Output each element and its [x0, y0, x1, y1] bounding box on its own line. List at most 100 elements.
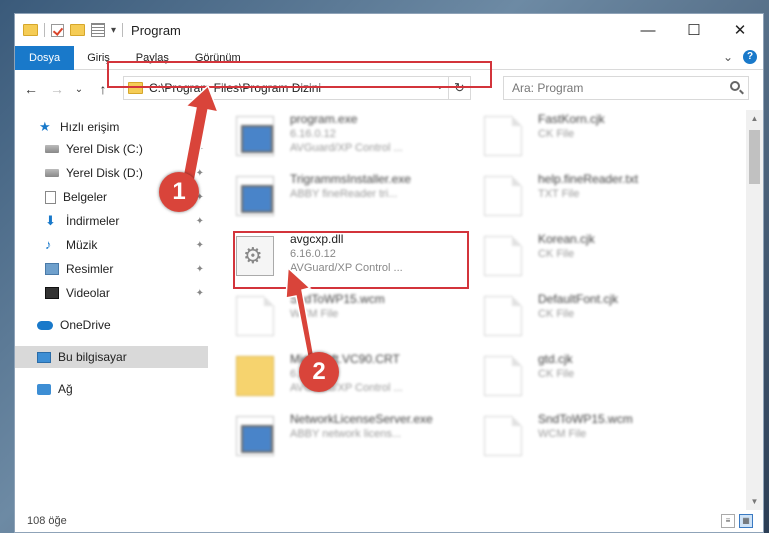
step-2-badge: 2: [299, 352, 339, 392]
customize-icon[interactable]: [91, 23, 105, 37]
file-list: program.exe 6.16.0.12 AVGuard/XP Control .…: [208, 110, 748, 510]
file-item[interactable]: Korean.cjk CK File: [484, 232, 714, 288]
file-name: SndToWP15.wcm: [290, 292, 385, 306]
nav-item-pictures[interactable]: Resimler ✦: [15, 258, 208, 280]
file-highlight-box: [233, 231, 469, 289]
recent-locations-button[interactable]: ⌄: [69, 84, 89, 95]
file-name: NetworkLicenseServer.exe: [290, 412, 433, 426]
status-bar: 108 öğe ≡ ▦: [15, 510, 763, 532]
file-name: DefaultFont.cjk: [538, 292, 619, 306]
window-controls: — ☐ ✕: [625, 14, 763, 46]
nav-item-music[interactable]: ♪ Müzik ✦: [15, 234, 208, 256]
nav-item-network[interactable]: Ağ: [15, 378, 208, 400]
minimize-button[interactable]: —: [625, 14, 671, 46]
pin-icon: ✦: [195, 239, 204, 251]
search-icon: [730, 81, 740, 91]
file-item[interactable]: program.exe 6.16.0.12 AVGuard/XP Control .…: [236, 112, 466, 168]
nav-item-label: OneDrive: [60, 318, 111, 332]
onedrive-icon: [37, 320, 53, 330]
network-icon: [37, 383, 51, 395]
new-folder-icon[interactable]: [70, 24, 85, 36]
downloads-icon: ⬇: [45, 213, 56, 228]
file-item[interactable]: FastKorn.cjk CK File: [484, 112, 714, 168]
search-box[interactable]: Ara: Program: [503, 76, 749, 100]
file-item[interactable]: Microsoft.VC90.CRT6.16.0.12AVGuard/XP Co…: [236, 352, 466, 408]
star-icon: ★: [39, 119, 51, 134]
file-description: ABBY network licens...: [290, 428, 402, 440]
help-icon[interactable]: ?: [743, 50, 757, 64]
large-icons-view-icon[interactable]: ▦: [739, 514, 753, 528]
nav-item-label: Hızlı erişim: [60, 120, 120, 134]
file-name: TrigrammsInstaller.exe: [290, 172, 411, 186]
item-count: 108 öğe: [27, 515, 67, 527]
file-type: TXT File: [538, 188, 580, 200]
view-toggle: ≡ ▦: [721, 514, 753, 528]
vertical-scrollbar[interactable]: ▲ ▼: [746, 110, 763, 510]
tab-dosya[interactable]: Dosya: [15, 45, 75, 70]
file-icon: [484, 116, 522, 156]
scroll-thumb[interactable]: [749, 130, 760, 184]
file-type: CK File: [538, 308, 575, 320]
nav-item-label: Yerel Disk (C:): [66, 142, 143, 156]
maximize-button[interactable]: ☐: [671, 14, 717, 46]
address-highlight-box: [107, 61, 492, 88]
step-1-badge: 1: [159, 172, 199, 212]
exe-icon: [236, 116, 274, 156]
file-icon: [484, 176, 522, 216]
back-button[interactable]: ←: [21, 81, 41, 97]
nav-item-label: Videolar: [66, 286, 110, 300]
file-type: WCM File: [538, 428, 587, 440]
navigation-pane: ★ Hızlı erişim Yerel Disk (C:) ✦ Yerel D…: [15, 110, 208, 510]
file-item[interactable]: SndToWP15.wcm WCM File: [236, 292, 466, 348]
details-view-icon[interactable]: ≡: [721, 514, 735, 528]
nav-item-label: Bu bilgisayar: [58, 350, 127, 364]
nav-item-label: Yerel Disk (D:): [66, 166, 143, 180]
music-icon: ♪: [45, 237, 52, 252]
file-item[interactable]: TrigrammsInstaller.exe ABBY fineReader tr…: [236, 172, 466, 228]
folder-icon[interactable]: [23, 24, 38, 36]
nav-item-downloads[interactable]: ⬇ İndirmeler ✦: [15, 210, 208, 232]
scroll-down-icon[interactable]: ▼: [746, 493, 763, 510]
qat-dropdown-icon[interactable]: ▾: [111, 25, 116, 36]
nav-item-label: İndirmeler: [66, 214, 120, 228]
properties-icon[interactable]: [51, 23, 64, 37]
close-button[interactable]: ✕: [717, 14, 763, 46]
file-item[interactable]: SndToWP15.wcm WCM File: [484, 412, 714, 468]
scroll-up-icon[interactable]: ▲: [746, 110, 763, 127]
file-name: program.exe: [290, 112, 358, 126]
pin-icon: ✦: [195, 143, 204, 155]
forward-button[interactable]: →: [47, 81, 67, 97]
this-pc-icon: [37, 351, 51, 363]
file-type: WCM File: [290, 308, 339, 320]
file-name: FastKorn.cjk: [538, 112, 605, 126]
file-item[interactable]: gtd.cjk CK File: [484, 352, 714, 408]
file-name: help.fineReader.txt: [538, 172, 639, 186]
app-icon: [236, 176, 274, 216]
pictures-icon: [45, 263, 59, 275]
file-icon: [484, 236, 522, 276]
file-name: SndToWP15.wcm: [538, 412, 633, 426]
quick-access-toolbar: ▾: [15, 23, 124, 37]
file-item[interactable]: DefaultFont.cjk CK File: [484, 292, 714, 348]
file-type: CK File: [538, 368, 575, 380]
ribbon-controls: ⌄ ?: [723, 50, 757, 64]
ribbon-collapse-icon[interactable]: ⌄: [723, 50, 733, 64]
search-input[interactable]: Ara: Program: [512, 81, 583, 95]
file-icon: [484, 356, 522, 396]
nav-item-videos[interactable]: Videolar ✦: [15, 282, 208, 304]
nav-item-this-pc[interactable]: Bu bilgisayar: [15, 346, 208, 368]
file-icon: [484, 296, 522, 336]
folder-zip-icon: [236, 356, 274, 396]
file-item[interactable]: help.fineReader.txt TXT File: [484, 172, 714, 228]
file-name: Korean.cjk: [538, 232, 595, 246]
file-description: AVGuard/XP Control ...: [290, 142, 403, 154]
nav-item-local-disk-c[interactable]: Yerel Disk (C:) ✦: [15, 138, 208, 160]
file-item[interactable]: NetworkLicenseServer.exe ABBY network lic…: [236, 412, 466, 468]
nav-item-onedrive[interactable]: OneDrive: [15, 314, 208, 336]
nav-item-label: Belgeler: [63, 190, 108, 204]
nav-item-quick-access[interactable]: ★ Hızlı erişim: [15, 116, 208, 138]
nav-item-label: Resimler: [66, 262, 114, 276]
pin-icon: ✦: [195, 287, 204, 299]
pin-icon: ✦: [195, 263, 204, 275]
toolbar-separator: [122, 23, 124, 37]
